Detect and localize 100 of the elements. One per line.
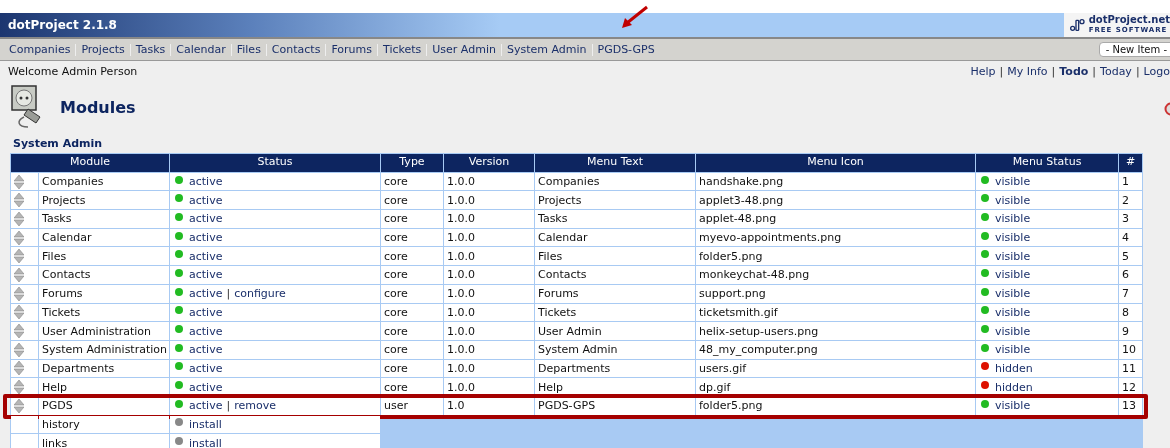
status-link[interactable]: active <box>189 305 223 319</box>
menu-status-link[interactable]: visible <box>995 212 1031 226</box>
type-cell: core <box>381 284 443 303</box>
nav-link[interactable]: Calendar <box>170 43 231 56</box>
order-cell: 2 <box>1119 191 1142 210</box>
menu-status-link[interactable]: visible <box>995 175 1031 189</box>
menu-status-link[interactable]: visible <box>995 287 1031 301</box>
status-link[interactable]: remove <box>234 399 276 413</box>
module-cell: Files <box>39 247 169 266</box>
nav-link[interactable]: Forums <box>325 43 377 56</box>
column-header: Menu Status <box>976 154 1118 172</box>
nav-link[interactable]: System Admin <box>500 43 592 56</box>
welcome-text: Welcome Admin Person <box>8 65 138 79</box>
nav-link[interactable]: PGDS-GPS <box>591 43 660 56</box>
app-title: dotProject 2.1.8 <box>7 18 117 32</box>
status-link[interactable]: active <box>189 343 223 357</box>
new-item-select[interactable]: - New Item - <box>1098 42 1170 57</box>
separator-text: | <box>999 65 1004 79</box>
nav-link[interactable]: User Admin <box>426 43 501 56</box>
menu-status-link[interactable]: visible <box>995 399 1031 413</box>
menu-status-link[interactable]: visible <box>995 231 1031 245</box>
order-cell: 8 <box>1119 303 1142 322</box>
nav-link[interactable]: Companies <box>4 43 76 56</box>
status-link[interactable]: active <box>189 249 223 263</box>
menu-icon-cell: folder5.png <box>696 247 975 266</box>
type-cell: core <box>381 172 443 191</box>
menu-icon-cell: applet-48.png <box>696 210 975 228</box>
user-link[interactable]: Todo <box>1059 65 1089 79</box>
type-cell: core <box>381 210 443 228</box>
nav-link[interactable]: Tasks <box>129 43 171 56</box>
menu-text-cell: Tickets <box>535 303 695 322</box>
menu-icon-cell: handshake.png <box>696 172 975 191</box>
menu-icon-cell: monkeychat-48.png <box>696 266 975 284</box>
module-cell: links <box>39 434 169 448</box>
order-cell: 3 <box>1119 210 1142 228</box>
nav-link[interactable]: Contacts <box>265 43 326 56</box>
menu-status-link[interactable]: visible <box>995 305 1031 319</box>
module-cell: Contacts <box>39 266 169 284</box>
menu-status-link[interactable]: hidden <box>995 380 1033 394</box>
type-cell: core <box>381 247 443 266</box>
order-cell: 10 <box>1119 340 1142 359</box>
type-cell: core <box>381 266 443 284</box>
menu-status-link[interactable]: visible <box>995 268 1031 282</box>
status-link[interactable]: active <box>189 399 223 413</box>
column-header: Module <box>11 154 169 172</box>
order-cell: 9 <box>1119 322 1142 340</box>
nav-link[interactable]: Tickets <box>377 43 427 56</box>
separator-text: | <box>226 399 231 413</box>
status-link[interactable]: active <box>189 268 223 282</box>
menu-text-cell: Contacts <box>535 266 695 284</box>
menu-text-cell: Projects <box>535 191 695 210</box>
order-cell: 1 <box>1119 172 1142 191</box>
user-link[interactable]: My Info <box>1007 65 1048 79</box>
status-link[interactable]: active <box>189 361 223 375</box>
version-cell: 1.0.0 <box>444 228 534 247</box>
version-cell: 1.0.0 <box>444 359 534 378</box>
user-link[interactable]: Help <box>970 65 996 79</box>
type-cell: core <box>381 303 443 322</box>
module-cell: Departments <box>39 359 169 378</box>
module-cell: User Administration <box>39 322 169 340</box>
user-link[interactable]: Today <box>1100 65 1132 79</box>
menu-status-link[interactable]: visible <box>995 324 1031 338</box>
column-header: Version <box>444 154 534 172</box>
order-cell: 7 <box>1119 284 1142 303</box>
status-link[interactable]: configure <box>234 287 286 301</box>
status-link[interactable]: active <box>189 231 223 245</box>
menu-text-cell: User Admin <box>535 322 695 340</box>
menu-text-cell: Calendar <box>535 228 695 247</box>
status-link[interactable]: active <box>189 175 223 189</box>
type-cell: core <box>381 191 443 210</box>
status-link[interactable]: active <box>189 212 223 226</box>
separator-text: | <box>1135 65 1140 79</box>
version-cell: 1.0.0 <box>444 266 534 284</box>
menu-text-cell: Files <box>535 247 695 266</box>
status-link[interactable]: install <box>189 417 222 431</box>
status-link[interactable]: install <box>189 436 222 448</box>
menu-status-link[interactable]: visible <box>995 193 1031 207</box>
column-header: Status <box>170 154 380 172</box>
separator-text: | <box>1051 65 1056 79</box>
user-link[interactable]: Logo <box>1143 65 1170 79</box>
menu-text-cell: Companies <box>535 172 695 191</box>
menu-icon-cell: 48_my_computer.png <box>696 340 975 359</box>
type-cell: core <box>381 228 443 247</box>
status-link[interactable]: active <box>189 193 223 207</box>
logo-name: dotProject.net <box>1088 15 1170 25</box>
status-link[interactable]: active <box>189 380 223 394</box>
type-cell: core <box>381 322 443 340</box>
version-cell: 1.0.0 <box>444 303 534 322</box>
menu-status-link[interactable]: visible <box>995 343 1031 357</box>
nav-link[interactable]: Projects <box>75 43 130 56</box>
reorder-icon[interactable] <box>14 380 24 395</box>
menu-text-cell: Tasks <box>535 210 695 228</box>
menu-status-link[interactable]: visible <box>995 249 1031 263</box>
status-link[interactable]: active <box>189 324 223 338</box>
nav-link[interactable]: Files <box>230 43 266 56</box>
module-cell: Calendar <box>39 228 169 247</box>
status-link[interactable]: active <box>189 287 223 301</box>
menu-text-cell: Departments <box>535 359 695 378</box>
menu-status-link[interactable]: hidden <box>995 361 1033 375</box>
section-title: System Admin <box>12 136 104 152</box>
